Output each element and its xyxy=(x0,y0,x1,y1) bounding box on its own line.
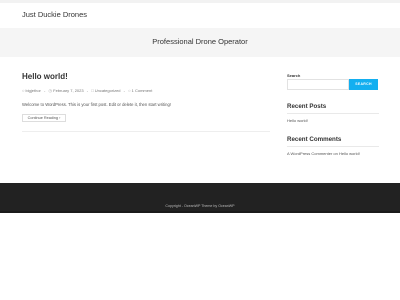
recent-post-link[interactable]: Hello world! xyxy=(287,118,308,123)
footer-bottom-strip xyxy=(0,211,400,213)
meta-author-name: bigjethor xyxy=(25,88,41,93)
post-excerpt: Welcome to WordPress. This is your first… xyxy=(22,102,171,107)
banner-tagline: Professional Drone Operator xyxy=(152,37,248,46)
meta-sep: - xyxy=(123,88,125,93)
meta-author[interactable]: ○bigjethor xyxy=(22,88,41,93)
footer-copyright: Copyright - OceanWP Theme by OceanWP xyxy=(165,204,235,208)
recent-comment-item[interactable]: A WordPress Commenter on Hello world! xyxy=(287,151,360,156)
folder-icon: □ xyxy=(91,88,94,93)
search-input[interactable] xyxy=(287,79,349,90)
blog-post: Hello world! ○bigjethor - ◷February 7, 2… xyxy=(22,70,270,132)
post-meta: ○bigjethor - ◷February 7, 2023 - □Uncate… xyxy=(22,88,154,93)
recent-comments-title: Recent Comments xyxy=(287,136,342,143)
recent-comments-divider xyxy=(287,146,379,147)
search-button[interactable]: SEARCH xyxy=(349,79,378,90)
meta-category-name: Uncategorized xyxy=(94,88,121,93)
meta-date: ◷February 7, 2023 xyxy=(48,88,83,93)
continue-reading-label: Continue Reading xyxy=(27,116,59,120)
chevron-right-icon: › xyxy=(59,116,61,120)
post-divider xyxy=(22,131,270,132)
recent-posts-divider xyxy=(287,113,379,114)
continue-reading-button[interactable]: Continue Reading › xyxy=(22,114,66,122)
comment-icon: ○ xyxy=(128,88,131,93)
meta-sep: - xyxy=(44,88,46,93)
meta-date-text: February 7, 2023 xyxy=(53,88,84,93)
site-header: Just Duckie Drones xyxy=(0,3,400,28)
meta-comments-count: 1 Comment xyxy=(131,88,153,93)
recent-posts-title: Recent Posts xyxy=(287,103,327,110)
site-footer: Copyright - OceanWP Theme by OceanWP xyxy=(0,183,400,213)
meta-category[interactable]: □Uncategorized xyxy=(91,88,120,93)
meta-sep: - xyxy=(86,88,89,93)
site-title-link[interactable]: Just Duckie Drones xyxy=(22,10,87,19)
meta-comments[interactable]: ○1 Comment xyxy=(128,88,152,93)
search-label: Search xyxy=(287,73,301,78)
user-icon: ○ xyxy=(22,88,25,93)
page-header-banner: Professional Drone Operator xyxy=(0,28,400,57)
clock-icon: ◷ xyxy=(48,88,53,93)
post-title-link[interactable]: Hello world! xyxy=(22,72,68,81)
